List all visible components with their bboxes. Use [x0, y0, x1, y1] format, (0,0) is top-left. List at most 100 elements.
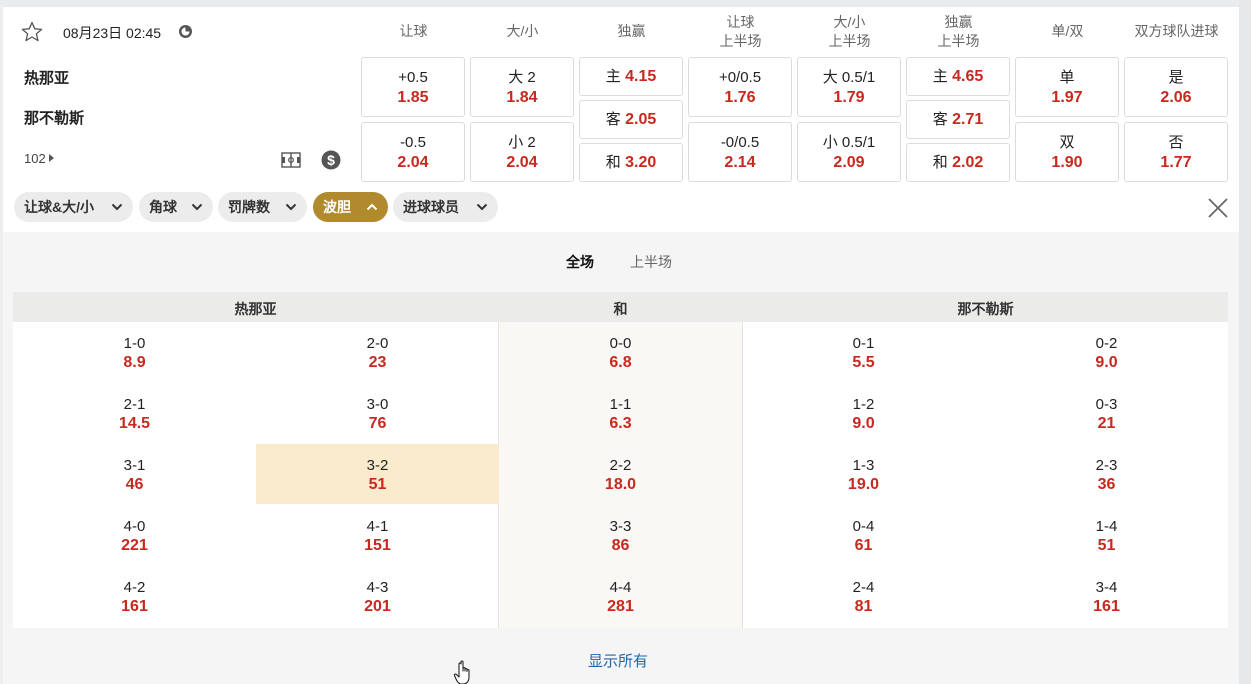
- chevron-up-icon: [366, 203, 378, 211]
- odds-cell-moneyline-1h-home[interactable]: 主 4.65: [906, 57, 1010, 96]
- score-cell[interactable]: 3-1 46: [13, 444, 256, 504]
- odds-cell-moneyline-1h-away[interactable]: 客 2.71: [906, 100, 1010, 139]
- odds-value: 2.71: [952, 111, 984, 128]
- score-odd: 19.0: [847, 476, 880, 493]
- odds-label: 和: [932, 154, 948, 171]
- odds-cell-moneyline-draw[interactable]: 和 3.20: [579, 143, 683, 182]
- score-cell[interactable]: 0-4 61: [742, 505, 985, 565]
- odds-cell-under[interactable]: 小 2 2.04: [470, 122, 574, 182]
- odds-cell-odd[interactable]: 单 1.97: [1015, 57, 1119, 117]
- score-cell[interactable]: 1-1 6.3: [499, 383, 742, 443]
- score-odd: 18.0: [604, 476, 637, 493]
- tab-first-half[interactable]: 上半场: [630, 252, 672, 272]
- score-odd: 23: [368, 354, 387, 371]
- score-cell[interactable]: 0-3 21: [985, 383, 1228, 443]
- odds-cell-moneyline-away[interactable]: 客 2.05: [579, 100, 683, 139]
- score-odd: 86: [611, 537, 630, 554]
- score-cell[interactable]: 4-1 151: [256, 505, 499, 565]
- score-cell[interactable]: 2-2 18.0: [499, 444, 742, 504]
- score-cell[interactable]: 1-3 19.0: [742, 444, 985, 504]
- cashout-dollar-icon[interactable]: $: [321, 150, 341, 170]
- odds-value: 1.76: [724, 89, 756, 106]
- pitch-icon[interactable]: [281, 150, 301, 170]
- score-odd: 201: [364, 598, 391, 615]
- header-handicap-1h-label: 让球: [726, 14, 755, 30]
- score-cell[interactable]: 4-0 221: [13, 505, 256, 565]
- header-overunder-label: 大/小: [506, 23, 539, 39]
- odds-cell-btts-no[interactable]: 否 1.77: [1124, 122, 1228, 182]
- odds-value: 2.04: [506, 154, 538, 171]
- filter-label: 让球&大/小: [24, 199, 94, 215]
- score-label: 1-1: [609, 396, 632, 413]
- score-cell[interactable]: 4-3 201: [256, 566, 499, 626]
- score-cell[interactable]: 1-2 9.0: [742, 383, 985, 443]
- grid-header: 热那亚 和 那不勒斯: [13, 292, 1228, 322]
- score-cell[interactable]: 3-3 86: [499, 505, 742, 565]
- score-label: 0-2: [1095, 335, 1118, 352]
- score-cell[interactable]: 3-4 161: [985, 566, 1228, 626]
- score-label: 1-4: [1095, 518, 1118, 535]
- odds-cell-over[interactable]: 大 2 1.84: [470, 57, 574, 117]
- live-clock-icon: [179, 25, 192, 38]
- filter-handicap-ou[interactable]: 让球&大/小: [14, 192, 133, 222]
- odds-cell-moneyline-1h-draw[interactable]: 和 2.02: [906, 143, 1010, 182]
- score-label: 3-1: [123, 457, 146, 474]
- odds-cell-handicap-home[interactable]: +0.5 1.85: [361, 57, 465, 117]
- filter-corners[interactable]: 角球: [139, 192, 213, 222]
- odds-cell-moneyline-home[interactable]: 主 4.15: [579, 57, 683, 96]
- filter-correct-score[interactable]: 波胆: [313, 192, 388, 222]
- score-cell-highlighted[interactable]: 3-2 51: [256, 444, 499, 504]
- score-odd: 9.0: [1095, 354, 1118, 371]
- score-cell[interactable]: 4-2 161: [13, 566, 256, 626]
- header-overunder: 大/小: [468, 22, 577, 41]
- filter-cards[interactable]: 罚牌数: [218, 192, 307, 222]
- score-label: 2-4: [852, 579, 875, 596]
- header-overunder-1h: 大/小 上半场: [795, 13, 904, 51]
- odds-value: 1.97: [1051, 89, 1083, 106]
- svg-text:$: $: [327, 152, 335, 168]
- chevron-down-icon: [476, 203, 488, 211]
- odds-cell-handicap-away[interactable]: -0.5 2.04: [361, 122, 465, 182]
- odds-cell-handicap-1h-home[interactable]: +0/0.5 1.76: [688, 57, 792, 117]
- odds-label: 大 0.5/1: [822, 69, 876, 86]
- score-cell[interactable]: 3-0 76: [256, 383, 499, 443]
- score-label: 2-1: [123, 396, 146, 413]
- header-oddeven: 单/双: [1013, 22, 1122, 41]
- score-label: 0-4: [852, 518, 875, 535]
- odds-value: 2.02: [952, 154, 984, 171]
- score-cell[interactable]: 0-1 5.5: [742, 322, 985, 382]
- score-label: 4-2: [123, 579, 146, 596]
- score-cell[interactable]: 1-4 51: [985, 505, 1228, 565]
- score-label: 2-0: [366, 335, 389, 352]
- tab-full-time[interactable]: 全场: [566, 252, 594, 272]
- close-icon[interactable]: [1206, 196, 1230, 220]
- filter-goalscorer[interactable]: 进球球员: [393, 192, 498, 222]
- odds-label: 和: [605, 154, 621, 171]
- score-cell[interactable]: 2-0 23: [256, 322, 499, 382]
- score-cell[interactable]: 2-3 36: [985, 444, 1228, 504]
- score-cell[interactable]: 4-4 281: [499, 566, 742, 626]
- show-all-link[interactable]: 显示所有: [588, 650, 648, 671]
- odds-cell-btts-yes[interactable]: 是 2.06: [1124, 57, 1228, 117]
- score-cell[interactable]: 0-2 9.0: [985, 322, 1228, 382]
- more-markets-link[interactable]: 102: [24, 151, 54, 166]
- score-label: 4-0: [123, 518, 146, 535]
- odds-cell-even[interactable]: 双 1.90: [1015, 122, 1119, 182]
- header-overunder-1h-label: 大/小: [833, 14, 866, 30]
- score-label: 0-0: [609, 335, 632, 352]
- header-handicap-label: 让球: [399, 23, 428, 39]
- header-moneyline-1h-sub: 上半场: [937, 33, 980, 49]
- score-cell[interactable]: 1-0 8.9: [13, 322, 256, 382]
- odds-cell-handicap-1h-away[interactable]: -0/0.5 2.14: [688, 122, 792, 182]
- score-cell[interactable]: 2-1 14.5: [13, 383, 256, 443]
- score-cell[interactable]: 2-4 81: [742, 566, 985, 626]
- filter-label: 罚牌数: [228, 199, 270, 215]
- score-cell[interactable]: 0-0 6.8: [499, 322, 742, 382]
- favorite-star-icon[interactable]: [21, 21, 43, 43]
- odds-label: 单: [1059, 69, 1075, 86]
- score-odd: 161: [121, 598, 148, 615]
- header-moneyline-1h: 独赢 上半场: [904, 13, 1013, 51]
- odds-cell-under-1h[interactable]: 小 0.5/1 2.09: [797, 122, 901, 182]
- odds-cell-over-1h[interactable]: 大 0.5/1 1.79: [797, 57, 901, 117]
- more-markets-count: 102: [24, 151, 46, 166]
